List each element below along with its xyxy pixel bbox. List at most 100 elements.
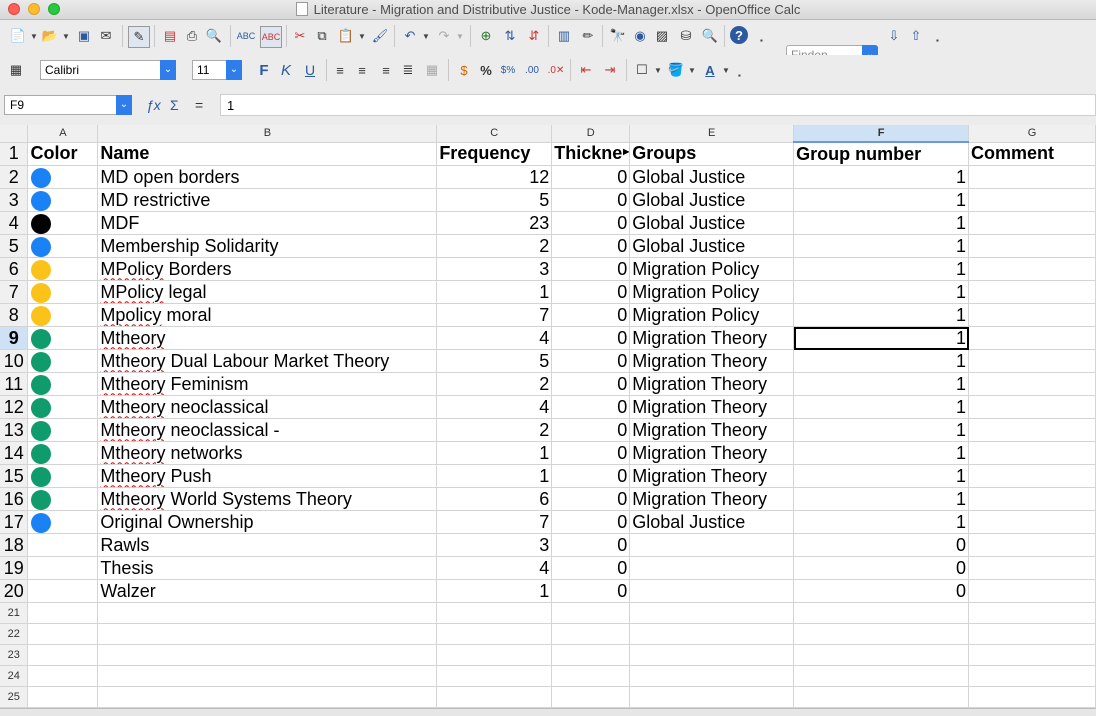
sort-ascending-icon[interactable]: ⇅ — [500, 26, 520, 46]
background-color-icon[interactable]: 🪣 — [666, 60, 686, 80]
cell-name[interactable]: Mtheory Push — [97, 464, 438, 488]
cell-thickness[interactable]: 0 — [551, 556, 631, 580]
clone-formatting-icon[interactable]: 🖌 — [370, 26, 390, 46]
cell-groups[interactable]: Global Justice — [629, 510, 795, 534]
auto-spellcheck-icon[interactable]: ABC — [260, 26, 282, 48]
cell-name[interactable]: Mtheory Dual Labour Market Theory — [97, 349, 438, 373]
cell-color[interactable] — [27, 556, 99, 580]
column-header-e[interactable]: E — [629, 125, 795, 143]
cell-name[interactable]: MPolicy Borders — [97, 257, 438, 281]
cell-comment[interactable] — [968, 280, 1096, 304]
cell-color[interactable] — [27, 579, 99, 603]
navigator-icon[interactable]: ◉ — [630, 26, 650, 46]
cell-thickness[interactable]: 0 — [551, 510, 631, 534]
font-name-box[interactable]: Calibri ⌄ — [40, 60, 176, 80]
row-header[interactable]: 21 — [0, 602, 29, 624]
cell-groups[interactable]: Migration Theory — [629, 372, 795, 396]
cell-comment[interactable] — [968, 234, 1096, 258]
row-header[interactable]: 18 — [0, 533, 29, 557]
cell-comment[interactable] — [968, 556, 1096, 580]
cell-thickness[interactable]: 0 — [551, 464, 631, 488]
empty-cell[interactable] — [97, 665, 438, 687]
cell-groups[interactable]: Global Justice — [629, 211, 795, 235]
cell-groups[interactable]: Migration Policy — [629, 280, 795, 304]
cell-groups[interactable]: Migration Policy — [629, 257, 795, 281]
print-preview-icon[interactable]: 🔍 — [204, 26, 224, 46]
find-toolbar-overflow-icon[interactable]: ▪ — [936, 36, 939, 45]
find-replace-icon[interactable]: 🔭 — [608, 26, 628, 46]
empty-cell[interactable] — [968, 665, 1096, 687]
column-header-f[interactable]: F — [793, 125, 970, 143]
cell-group-number[interactable]: 1 — [793, 188, 970, 212]
row-header[interactable]: 1 — [0, 142, 29, 166]
empty-cell[interactable] — [436, 665, 553, 687]
empty-cell[interactable] — [97, 623, 438, 645]
empty-cell[interactable] — [968, 623, 1096, 645]
cell-comment[interactable] — [968, 533, 1096, 557]
help-icon[interactable]: ? — [730, 26, 748, 44]
cell-name[interactable]: Mtheory neoclassical — [97, 395, 438, 419]
empty-cell[interactable] — [436, 644, 553, 666]
copy-icon[interactable]: ⧉ — [312, 26, 332, 46]
cell-frequency[interactable]: 7 — [436, 303, 553, 327]
edit-file-icon[interactable]: ✎ — [128, 26, 150, 48]
cell-thickness[interactable]: 0 — [551, 280, 631, 304]
row-header[interactable]: 7 — [0, 280, 29, 304]
cell-frequency[interactable]: 4 — [436, 326, 553, 350]
cell-thickness[interactable]: 0 — [551, 211, 631, 235]
cell-color-header[interactable]: Color — [27, 142, 99, 166]
cell-group-number[interactable]: 1 — [793, 372, 970, 396]
cell-thickness[interactable]: 0 — [551, 418, 631, 442]
show-draw-functions-icon[interactable]: ✏ — [578, 26, 598, 46]
sum-icon[interactable]: Σ — [170, 97, 179, 113]
empty-cell[interactable] — [629, 623, 795, 645]
cell-comment[interactable] — [968, 188, 1096, 212]
cell-group-number[interactable]: 1 — [793, 510, 970, 534]
empty-cell[interactable] — [97, 602, 438, 624]
cell-groups[interactable]: Global Justice — [629, 165, 795, 189]
row-header[interactable]: 13 — [0, 418, 29, 442]
cell-groups[interactable]: Migration Theory — [629, 395, 795, 419]
save-icon[interactable]: ▣ — [74, 26, 94, 46]
empty-cell[interactable] — [793, 623, 970, 645]
cell-frequency[interactable]: 3 — [436, 533, 553, 557]
cell-name[interactable]: Mtheory — [97, 326, 438, 350]
empty-cell[interactable] — [629, 665, 795, 687]
gallery-icon[interactable]: ▨ — [652, 26, 672, 46]
cell-group-number[interactable]: 1 — [793, 487, 970, 511]
cell-comment[interactable] — [968, 395, 1096, 419]
row-header[interactable]: 15 — [0, 464, 29, 488]
cell-groups[interactable] — [629, 556, 795, 580]
undo-dropdown-icon[interactable]: ▼ — [422, 32, 430, 41]
column-header-a[interactable]: A — [27, 125, 99, 143]
delete-decimal-icon[interactable]: .0✕ — [546, 60, 566, 80]
empty-cell[interactable] — [793, 686, 970, 708]
cell-frequency[interactable]: 23 — [436, 211, 553, 235]
cell-color[interactable] — [27, 441, 99, 465]
selected-cell[interactable]: 1 — [793, 326, 970, 350]
cell-name[interactable]: Membership Solidarity — [97, 234, 438, 258]
row-header[interactable]: 12 — [0, 395, 29, 419]
cell-color[interactable] — [27, 464, 99, 488]
cell-comment[interactable] — [968, 464, 1096, 488]
column-header-c[interactable]: C — [436, 125, 553, 143]
font-size-dropdown-icon[interactable]: ⌄ — [226, 60, 242, 80]
email-icon[interactable]: ✉ — [96, 26, 116, 46]
empty-cell[interactable] — [27, 602, 99, 624]
new-document-icon[interactable]: 📄 — [8, 26, 28, 46]
toolbar-overflow-icon[interactable]: ▪ — [760, 36, 763, 45]
cell-comment[interactable] — [968, 372, 1096, 396]
cell-groups[interactable] — [629, 533, 795, 557]
empty-cell[interactable] — [97, 686, 438, 708]
row-header[interactable]: 22 — [0, 623, 29, 645]
cell-group-number[interactable]: 1 — [793, 211, 970, 235]
row-header[interactable]: 11 — [0, 372, 29, 396]
cell-thickness[interactable]: 0 — [551, 326, 631, 350]
cell-group-number[interactable]: 1 — [793, 418, 970, 442]
cell-color[interactable] — [27, 349, 99, 373]
cell-name[interactable]: Walzer — [97, 579, 438, 603]
sort-descending-icon[interactable]: ⇵ — [524, 26, 544, 46]
format-toolbar-overflow-icon[interactable]: ▪ — [738, 71, 741, 80]
cell-frequency[interactable]: 2 — [436, 372, 553, 396]
align-center-icon[interactable]: ≡ — [352, 60, 372, 80]
